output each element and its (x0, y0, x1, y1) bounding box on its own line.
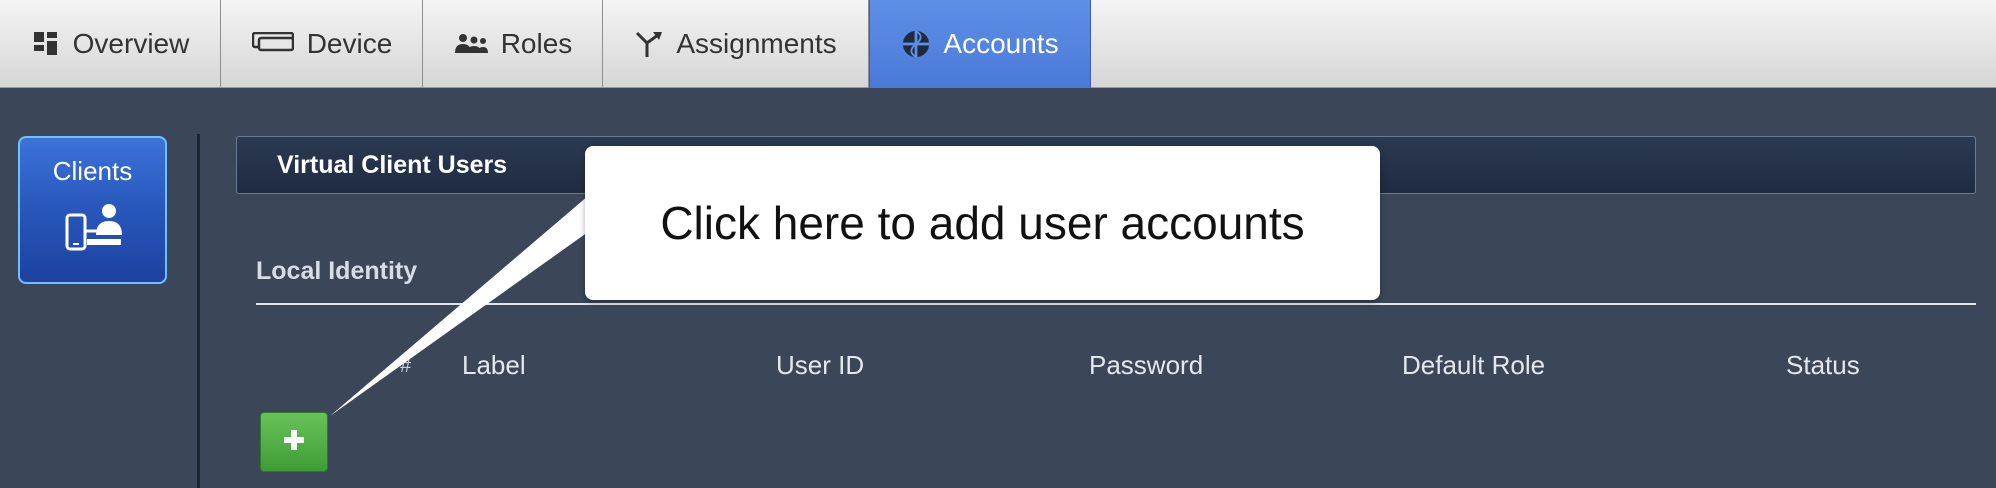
tab-overview[interactable]: Overview (0, 0, 221, 88)
tab-device[interactable]: Device (221, 0, 423, 88)
sidebar-item-clients[interactable]: Clients (18, 136, 167, 284)
section-divider (256, 303, 1976, 305)
grid-icon (31, 29, 61, 59)
column-header-user-id[interactable]: User ID (776, 350, 864, 381)
top-tab-bar: Overview Device Roles Assignments Accoun… (0, 0, 1996, 88)
callout-tooltip: Click here to add user accounts (585, 146, 1380, 300)
column-header-status[interactable]: Status (1786, 350, 1860, 381)
sidebar-item-label: Clients (52, 156, 133, 186)
people-icon (453, 29, 489, 59)
tab-assignments[interactable]: Assignments (603, 0, 869, 88)
tab-label: Assignments (676, 28, 837, 59)
column-header-password[interactable]: Password (1089, 350, 1203, 381)
column-header-number[interactable]: # (400, 355, 411, 378)
sidebar-divider (197, 134, 200, 488)
tab-roles[interactable]: Roles (423, 0, 603, 88)
tab-accounts[interactable]: Accounts (869, 0, 1091, 88)
column-header-default-role[interactable]: Default Role (1402, 350, 1545, 381)
device-icon (251, 29, 295, 59)
add-user-button[interactable] (260, 412, 328, 472)
tab-label: Device (306, 28, 393, 59)
panel-title: Virtual Client Users (277, 150, 508, 179)
section-title: Local Identity (256, 257, 418, 285)
plus-icon (282, 428, 306, 457)
assignment-icon (634, 29, 664, 59)
tab-label: Roles (500, 28, 573, 59)
column-header-label[interactable]: Label (462, 350, 526, 381)
tab-label: Accounts (943, 28, 1059, 59)
callout-text: Click here to add user accounts (660, 197, 1305, 249)
client-device-user-icon (63, 201, 123, 262)
tab-label: Overview (72, 28, 190, 59)
globe-icon (901, 29, 931, 59)
